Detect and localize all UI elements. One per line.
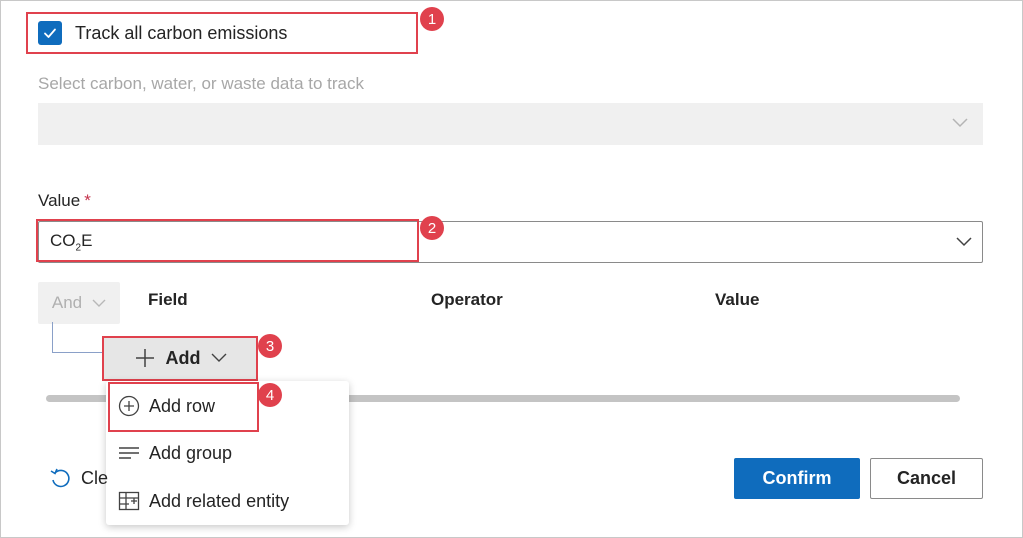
chevron-down-icon — [92, 299, 106, 307]
data-select-label: Select carbon, water, or waste data to t… — [38, 74, 364, 93]
column-header-operator: Operator — [431, 290, 503, 309]
and-operator-dropdown: And — [38, 282, 120, 324]
annotation-badge-4: 4 — [258, 383, 282, 407]
annotation-badge-3: 3 — [258, 334, 282, 358]
value-label: Value * — [38, 191, 91, 210]
data-select-dropdown — [38, 103, 983, 145]
annotation-badge-1: 1 — [420, 7, 444, 31]
highlight-box-2 — [36, 219, 419, 262]
cancel-button[interactable]: Cancel — [870, 458, 983, 499]
highlight-box-4 — [108, 382, 259, 432]
tree-connector — [52, 322, 105, 353]
menu-item-add-group[interactable]: Add group — [106, 429, 349, 477]
highlight-box-3 — [102, 336, 258, 381]
lines-icon — [117, 441, 141, 465]
confirm-button[interactable]: Confirm — [734, 458, 860, 499]
column-header-value: Value — [715, 290, 760, 309]
annotation-badge-2: 2 — [420, 216, 444, 240]
chevron-down-icon[interactable] — [955, 236, 973, 248]
clear-button[interactable]: Cle — [49, 467, 108, 489]
menu-item-add-related-entity[interactable]: Add related entity — [106, 477, 349, 525]
chevron-down-icon — [952, 118, 968, 128]
undo-icon — [50, 468, 70, 488]
column-header-field: Field — [148, 290, 188, 309]
required-mark: * — [84, 191, 91, 210]
highlight-box-1 — [26, 12, 418, 54]
table-link-icon — [117, 489, 141, 513]
